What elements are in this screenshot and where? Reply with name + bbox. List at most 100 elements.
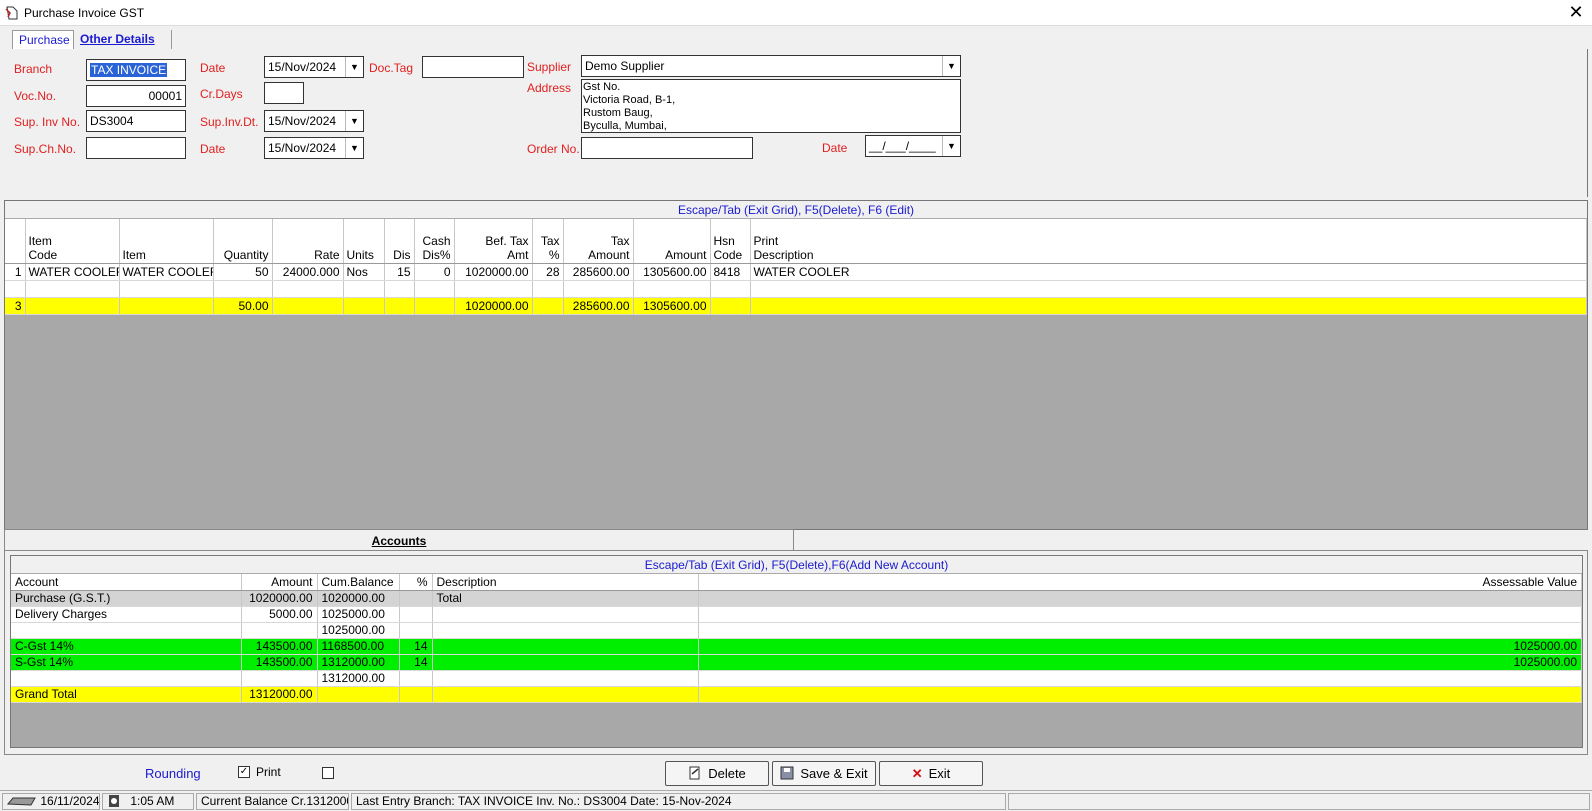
cell[interactable]: 5000.00	[241, 606, 318, 623]
cell[interactable]: 0	[414, 263, 455, 281]
cell[interactable]: 1020000.00	[241, 590, 318, 607]
cell[interactable]	[343, 280, 385, 298]
cell[interactable]	[432, 638, 699, 655]
cell[interactable]: 24000.000	[272, 263, 344, 281]
cell[interactable]	[241, 670, 318, 687]
cell[interactable]: 1025000.00	[317, 606, 400, 623]
table-row[interactable]: Delivery Charges 5000.00 1025000.00	[11, 606, 1582, 623]
table-row[interactable]: 1025000.00	[11, 622, 1582, 639]
supinvdt-dropdown[interactable]: 15/Nov/2024 ▼	[264, 110, 364, 132]
tab-other-details[interactable]: Other Details	[74, 30, 172, 50]
chevron-down-icon[interactable]: ▼	[345, 57, 363, 77]
cell[interactable]: 143500.00	[241, 654, 318, 671]
tab-accounts[interactable]: Accounts	[4, 529, 794, 551]
table-row[interactable]: 1312000.00	[11, 670, 1582, 687]
supchno-input[interactable]	[86, 137, 186, 159]
cell[interactable]: 1025000.00	[698, 638, 1582, 655]
chevron-down-icon[interactable]: ▼	[345, 111, 363, 131]
chevron-down-icon[interactable]: ▼	[942, 136, 960, 156]
table-row[interactable]: S-Gst 14% 143500.00 1312000.00 14 1025000.00	[11, 654, 1582, 671]
items-table[interactable]: Item Code Item Quantity Rate Units Dis C…	[5, 219, 1587, 315]
delete-button[interactable]: Delete	[665, 761, 769, 786]
cell[interactable]: 1025000.00	[698, 654, 1582, 671]
cell[interactable]	[698, 606, 1582, 623]
cell[interactable]: 14	[399, 638, 433, 655]
accounts-grid[interactable]: Escape/Tab (Exit Grid), F5(Delete),F6(Ad…	[10, 555, 1583, 748]
cell[interactable]	[119, 280, 214, 298]
table-row[interactable]: 1 WATER COOLER WATER COOLER 50 24000.000…	[5, 263, 1587, 281]
cell[interactable]	[414, 280, 455, 298]
table-row[interactable]: C-Gst 14% 143500.00 1168500.00 14 1025000.00	[11, 638, 1582, 655]
crdays-input[interactable]	[264, 82, 304, 104]
cell[interactable]	[432, 686, 699, 703]
address-box[interactable]: Gst No. Victoria Road, B-1, Rustom Baug,…	[581, 79, 961, 133]
cell[interactable]	[5, 280, 26, 298]
date2-dropdown[interactable]: 15/Nov/2024 ▼	[264, 137, 364, 159]
cell[interactable]	[11, 622, 242, 639]
print-checkbox[interactable]: ✓	[238, 766, 250, 778]
cell[interactable]: 1312000.00	[241, 686, 318, 703]
cell[interactable]: 1312000.00	[317, 670, 400, 687]
cell[interactable]	[399, 670, 433, 687]
orderno-input[interactable]	[581, 137, 753, 159]
cell[interactable]: 50	[213, 263, 273, 281]
cell[interactable]: C-Gst 14%	[11, 638, 242, 655]
cell[interactable]: 15	[384, 263, 415, 281]
cell[interactable]	[698, 622, 1582, 639]
cell[interactable]	[384, 280, 415, 298]
cell[interactable]	[213, 280, 273, 298]
cell[interactable]	[272, 280, 344, 298]
cell[interactable]	[432, 622, 699, 639]
orderdate-dropdown[interactable]: __/___/____ ▼	[865, 135, 961, 157]
cell[interactable]: 1312000.00	[317, 654, 400, 671]
tab-purchase[interactable]: Purchase	[12, 30, 74, 50]
cell[interactable]: Total	[432, 590, 699, 607]
cell[interactable]	[698, 670, 1582, 687]
cell[interactable]: Purchase (G.S.T.)	[11, 590, 242, 607]
cell[interactable]	[532, 280, 564, 298]
cell[interactable]	[698, 686, 1582, 703]
supinvno-input[interactable]: DS3004	[86, 110, 186, 132]
cell[interactable]	[241, 622, 318, 639]
cell[interactable]: WATER COOLER	[119, 263, 214, 281]
chevron-down-icon[interactable]: ▼	[345, 138, 363, 158]
cell[interactable]	[698, 590, 1582, 607]
chevron-down-icon[interactable]: ▼	[942, 56, 960, 76]
cell[interactable]	[432, 606, 699, 623]
cell[interactable]: 143500.00	[241, 638, 318, 655]
cell[interactable]	[750, 280, 1587, 298]
accounts-table[interactable]: Account Amount Cum.Balance % Description…	[11, 574, 1582, 703]
cell[interactable]: WATER COOLER	[25, 263, 120, 281]
cell[interactable]: 285600.00	[563, 263, 634, 281]
branch-field[interactable]: TAX INVOICE	[86, 59, 186, 81]
doctag-input[interactable]	[422, 56, 524, 78]
cell[interactable]	[454, 280, 533, 298]
cell[interactable]: Grand Total	[11, 686, 242, 703]
items-grid[interactable]: Escape/Tab (Exit Grid), F5(Delete), F6 (…	[4, 200, 1588, 530]
cell[interactable]	[633, 280, 711, 298]
cell[interactable]	[11, 670, 242, 687]
cell[interactable]	[563, 280, 634, 298]
cell[interactable]	[710, 280, 751, 298]
exit-button[interactable]: ✕ Exit	[879, 761, 983, 786]
cell[interactable]: 1020000.00	[317, 590, 400, 607]
cell[interactable]: 1	[5, 263, 26, 281]
extra-checkbox[interactable]	[322, 767, 334, 779]
cell[interactable]: 28	[532, 263, 564, 281]
cell[interactable]: 1025000.00	[317, 622, 400, 639]
table-row[interactable]: Grand Total 1312000.00	[11, 686, 1582, 703]
save-exit-button[interactable]: Save & Exit	[772, 761, 876, 786]
cell[interactable]: 1305600.00	[633, 263, 711, 281]
supplier-dropdown[interactable]: Demo Supplier ▼	[581, 55, 961, 77]
cell[interactable]	[432, 670, 699, 687]
cell[interactable]	[399, 606, 433, 623]
table-row[interactable]: Purchase (G.S.T.) 1020000.00 1020000.00 Tot…	[11, 590, 1582, 607]
date-dropdown[interactable]: 15/Nov/2024 ▼	[264, 56, 364, 78]
close-icon[interactable]: ✕	[1566, 2, 1586, 23]
cell[interactable]: 8418	[710, 263, 751, 281]
table-row[interactable]	[5, 280, 1587, 298]
cell[interactable]: 1020000.00	[454, 263, 533, 281]
vocno-input[interactable]: 00001	[86, 85, 186, 107]
cell[interactable]	[432, 654, 699, 671]
cell[interactable]	[399, 590, 433, 607]
